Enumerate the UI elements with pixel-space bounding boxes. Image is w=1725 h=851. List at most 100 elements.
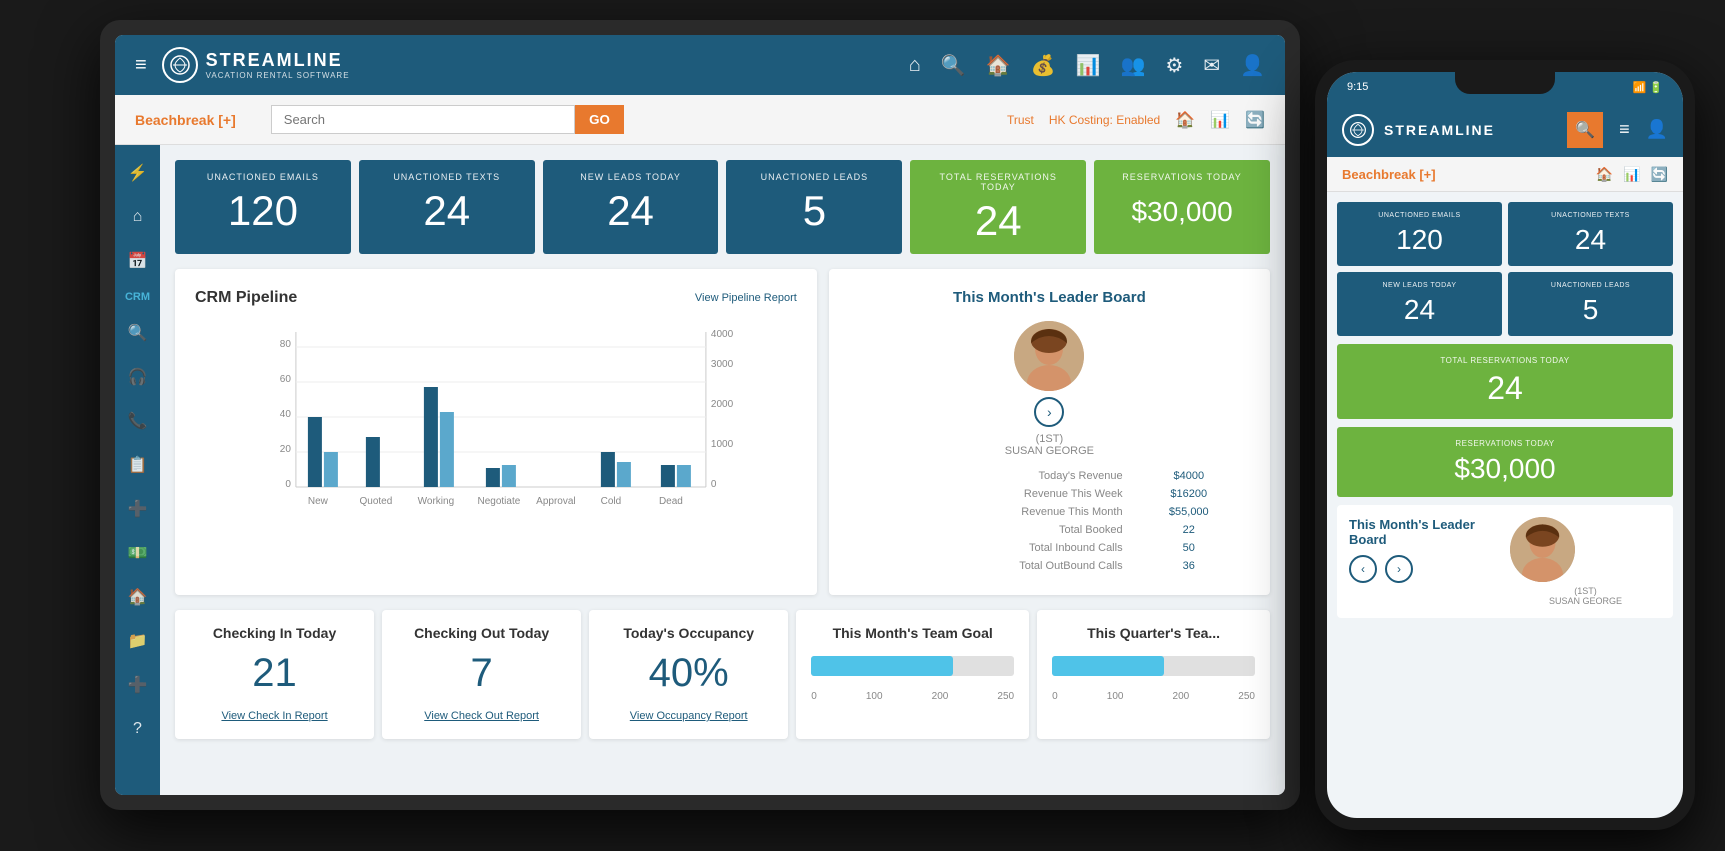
top-nav: ≡ STREAMLINE VACATION RENTAL SOFTWARE ⌂ xyxy=(115,35,1285,95)
phone-search-button[interactable]: 🔍 xyxy=(1567,112,1603,148)
leader-avatar xyxy=(1014,321,1084,391)
phone-total-reservations: TOTAL RESERVATIONS TODAY 24 xyxy=(1337,344,1673,419)
stat-label-emails: UNACTIONED EMAILS xyxy=(190,172,336,182)
chart-header-icon[interactable]: 📊 xyxy=(1210,110,1230,130)
phone-leader-title: This Month's Leader Board xyxy=(1349,517,1500,547)
sidebar-item-house[interactable]: 🏠 xyxy=(120,579,156,615)
phone-notch xyxy=(1455,72,1555,94)
sidebar-item-search[interactable]: 🔍 xyxy=(120,315,156,351)
sidebar-item-phone[interactable]: 📞 xyxy=(120,403,156,439)
phone-content: UNACTIONED EMAILS 120 UNACTIONED TEXTS 2… xyxy=(1327,192,1683,818)
phone-user-icon[interactable]: 👤 xyxy=(1646,119,1668,140)
stat-card-leads: NEW LEADS TODAY 24 xyxy=(543,160,719,254)
svg-text:0: 0 xyxy=(711,479,717,490)
sidebar-item-headset[interactable]: 🎧 xyxy=(120,359,156,395)
view-checkin-link[interactable]: View Check In Report xyxy=(221,710,327,722)
sidebar-item-folder[interactable]: 📁 xyxy=(120,623,156,659)
sidebar-item-money[interactable]: 💵 xyxy=(120,535,156,571)
phone-pie-icon[interactable]: 📊 xyxy=(1623,166,1640,183)
phone-res-today-label: RESERVATIONS TODAY xyxy=(1349,439,1661,448)
view-occupancy-link[interactable]: View Occupancy Report xyxy=(630,710,748,722)
crm-panel-title: CRM Pipeline xyxy=(195,289,297,307)
phone-stat-value-texts: 24 xyxy=(1518,224,1663,256)
property-label[interactable]: Beachbreak [+] xyxy=(135,112,236,128)
team-goal-card: This Month's Team Goal 0 100 200 250 xyxy=(796,610,1029,739)
hk-link[interactable]: HK Costing: Enabled xyxy=(1049,113,1160,127)
leader-stats-table: Today's Revenue $4000 Revenue This Week … xyxy=(849,467,1250,575)
phone-screen: 9:15 📶 🔋 STREAMLINE 🔍 ≡ 👤 Beachbreak [+]… xyxy=(1327,72,1683,818)
property-nav-icon[interactable]: 🏠 xyxy=(986,53,1011,78)
airbnb-icon[interactable]: 🏠 xyxy=(1175,110,1195,130)
phone-stat-unactioned: UNACTIONED LEADS 5 xyxy=(1508,272,1673,336)
stat-label-texts: UNACTIONED TEXTS xyxy=(374,172,520,182)
bottom-row: Checking In Today 21 View Check In Repor… xyxy=(175,610,1270,739)
phone-res-today-value: $30,000 xyxy=(1349,453,1661,485)
people-nav-icon[interactable]: 👥 xyxy=(1120,53,1145,78)
sidebar-item-calendar[interactable]: 📅 xyxy=(120,243,156,279)
sidebar-item-home[interactable]: ⌂ xyxy=(120,199,156,235)
nav-icons: ⌂ 🔍 🏠 💰 📊 👥 ⚙ ✉ 👤 xyxy=(909,53,1265,78)
svg-text:2000: 2000 xyxy=(711,399,734,410)
home-nav-icon[interactable]: ⌂ xyxy=(909,54,921,77)
user-nav-icon[interactable]: 👤 xyxy=(1240,53,1265,78)
phone-stat-label-leads: NEW LEADS TODAY xyxy=(1347,282,1492,289)
refresh-icon[interactable]: 🔄 xyxy=(1245,110,1265,130)
svg-text:0: 0 xyxy=(285,479,291,490)
team-goal-title: This Month's Team Goal xyxy=(811,625,1014,641)
table-row: Total OutBound Calls 36 xyxy=(849,557,1250,575)
view-pipeline-link[interactable]: View Pipeline Report xyxy=(695,292,797,304)
stat-value-leads: 24 xyxy=(558,190,704,232)
phone-refresh-icon[interactable]: 🔄 xyxy=(1651,166,1668,183)
chart-nav-icon[interactable]: 📊 xyxy=(1076,53,1101,78)
stat-card-emails: UNACTIONED EMAILS 120 xyxy=(175,160,351,254)
phone-nav-arrows: ‹ › xyxy=(1349,555,1500,583)
checking-out-title: Checking Out Today xyxy=(397,625,566,641)
phone-logo-text: STREAMLINE xyxy=(1384,122,1557,138)
table-row: Revenue This Week $16200 xyxy=(849,485,1250,503)
stat-value: 50 xyxy=(1128,539,1250,557)
sidebar-item-add2[interactable]: ➕ xyxy=(120,667,156,703)
svg-text:Cold: Cold xyxy=(601,496,622,507)
stat-value: $16200 xyxy=(1128,485,1250,503)
phone-leader-left: This Month's Leader Board ‹ › xyxy=(1349,517,1500,583)
gear-nav-icon[interactable]: ⚙ xyxy=(1165,53,1183,78)
laptop-frame: ≡ STREAMLINE VACATION RENTAL SOFTWARE ⌂ xyxy=(100,20,1300,810)
leader-person: › (1ST) SUSAN GEORGE xyxy=(849,321,1250,457)
phone-prev-arrow[interactable]: ‹ xyxy=(1349,555,1377,583)
crm-chart: 0 20 40 60 80 0 1000 2000 3000 4000 xyxy=(195,322,797,522)
sidebar-item-lightning[interactable]: ⚡ xyxy=(120,155,156,191)
phone-stat-value-leads: 24 xyxy=(1347,294,1492,326)
phone-airbnb-icon[interactable]: 🏠 xyxy=(1596,166,1613,183)
crm-chart-svg: 0 20 40 60 80 0 1000 2000 3000 4000 xyxy=(195,322,797,522)
sidebar-item-help[interactable]: ? xyxy=(120,711,156,747)
svg-text:80: 80 xyxy=(280,339,292,350)
view-checkout-link[interactable]: View Check Out Report xyxy=(424,710,539,722)
leader-next-arrow[interactable]: › xyxy=(1034,397,1064,427)
phone-menu-icon[interactable]: ≡ xyxy=(1619,119,1630,140)
table-row: Today's Revenue $4000 xyxy=(849,467,1250,485)
laptop-screen: ≡ STREAMLINE VACATION RENTAL SOFTWARE ⌂ xyxy=(115,35,1285,795)
quarter-bar xyxy=(1052,656,1164,676)
phone-property-label[interactable]: Beachbreak [+] xyxy=(1342,167,1436,182)
search-input[interactable] xyxy=(271,105,575,134)
goal-scale: 0 100 200 250 xyxy=(811,691,1014,702)
sidebar: ⚡ ⌂ 📅 CRM 🔍 🎧 📞 📋 ➕ 💵 🏠 📁 ➕ ? xyxy=(115,145,160,795)
money-nav-icon[interactable]: 💰 xyxy=(1031,53,1056,78)
phone-signal: 📶 🔋 xyxy=(1633,81,1663,94)
svg-text:Quoted: Quoted xyxy=(359,496,392,507)
phone-reservations-today: RESERVATIONS TODAY $30,000 xyxy=(1337,427,1673,497)
phone-leader-avatar xyxy=(1510,517,1575,582)
mail-nav-icon[interactable]: ✉ xyxy=(1203,53,1220,78)
phone-next-arrow[interactable]: › xyxy=(1385,555,1413,583)
phone-total-res-label: TOTAL RESERVATIONS TODAY xyxy=(1349,356,1661,365)
stat-card-texts: UNACTIONED TEXTS 24 xyxy=(359,160,535,254)
search-nav-icon[interactable]: 🔍 xyxy=(941,53,966,78)
stat-label: Total OutBound Calls xyxy=(849,557,1128,575)
go-button[interactable]: GO xyxy=(575,105,624,134)
sidebar-item-list[interactable]: 📋 xyxy=(120,447,156,483)
trust-link[interactable]: Trust xyxy=(1007,113,1034,127)
checking-in-title: Checking In Today xyxy=(190,625,359,641)
svg-text:4000: 4000 xyxy=(711,329,734,340)
hamburger-icon[interactable]: ≡ xyxy=(135,54,147,77)
sidebar-item-add1[interactable]: ➕ xyxy=(120,491,156,527)
